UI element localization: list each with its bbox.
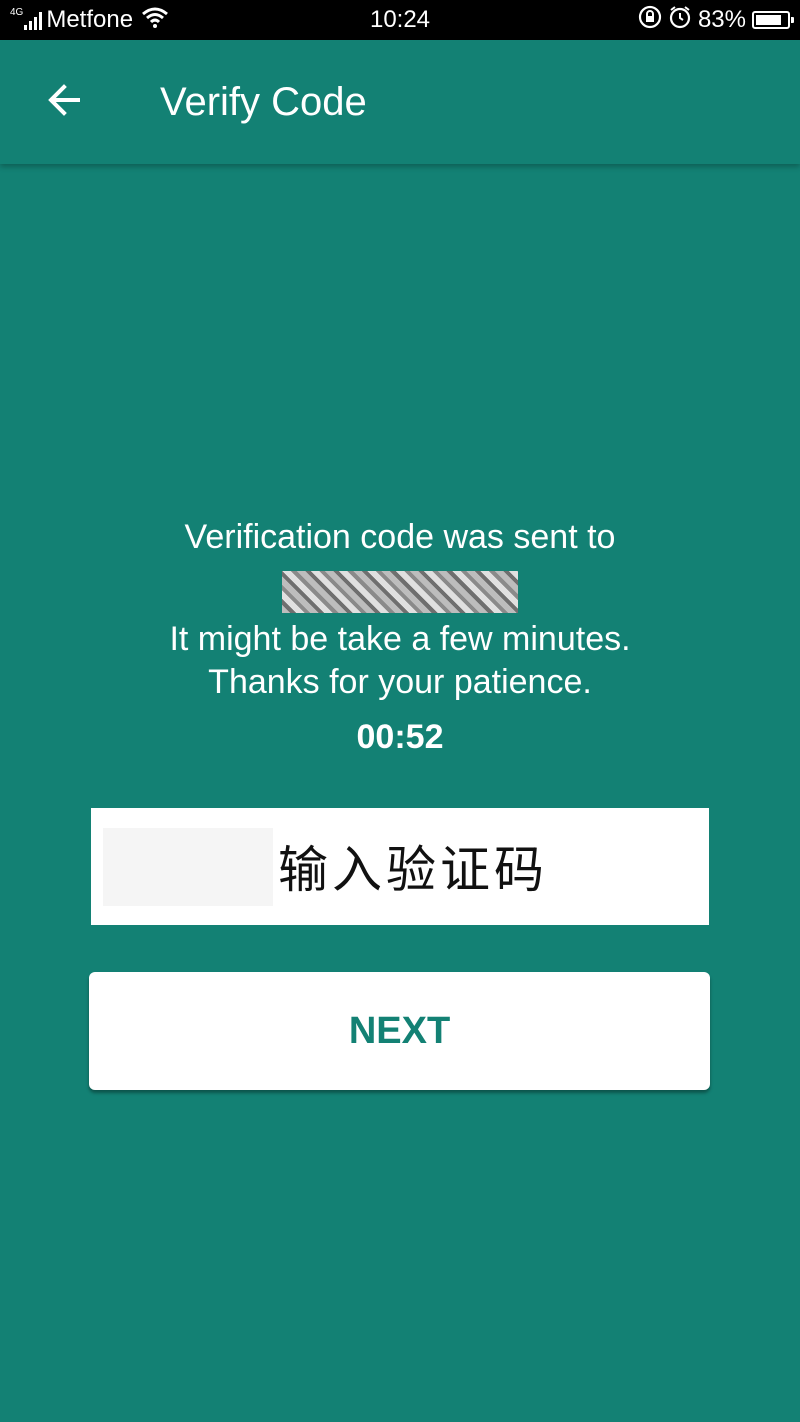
- verification-message-line: Verification code was sent to: [184, 518, 616, 556]
- page-title: Verify Code: [160, 80, 367, 124]
- next-button[interactable]: NEXT: [89, 972, 710, 1090]
- thanks-message-line: Thanks for your patience.: [208, 663, 592, 701]
- wait-message-line: It might be take a few minutes.: [169, 620, 631, 658]
- battery-fill: [756, 15, 781, 25]
- next-button-label: NEXT: [348, 1009, 451, 1052]
- status-right: 83%: [638, 0, 794, 40]
- countdown-timer: 00:52: [356, 718, 444, 756]
- arrow-left-icon: [44, 80, 84, 125]
- rotation-lock-icon: [638, 5, 662, 36]
- back-button[interactable]: [32, 70, 96, 134]
- verification-code-input[interactable]: 输入验证码: [91, 808, 709, 925]
- battery-icon: [752, 11, 794, 29]
- toolbar: Verify Code: [0, 40, 800, 164]
- masked-phone-number: [282, 571, 518, 613]
- alarm-icon: [668, 5, 692, 36]
- battery-percent: 83%: [697, 6, 746, 33]
- verification-code-text: 输入验证码: [278, 841, 548, 899]
- status-bar: 4G Metfone 10:24 83%: [0, 0, 800, 40]
